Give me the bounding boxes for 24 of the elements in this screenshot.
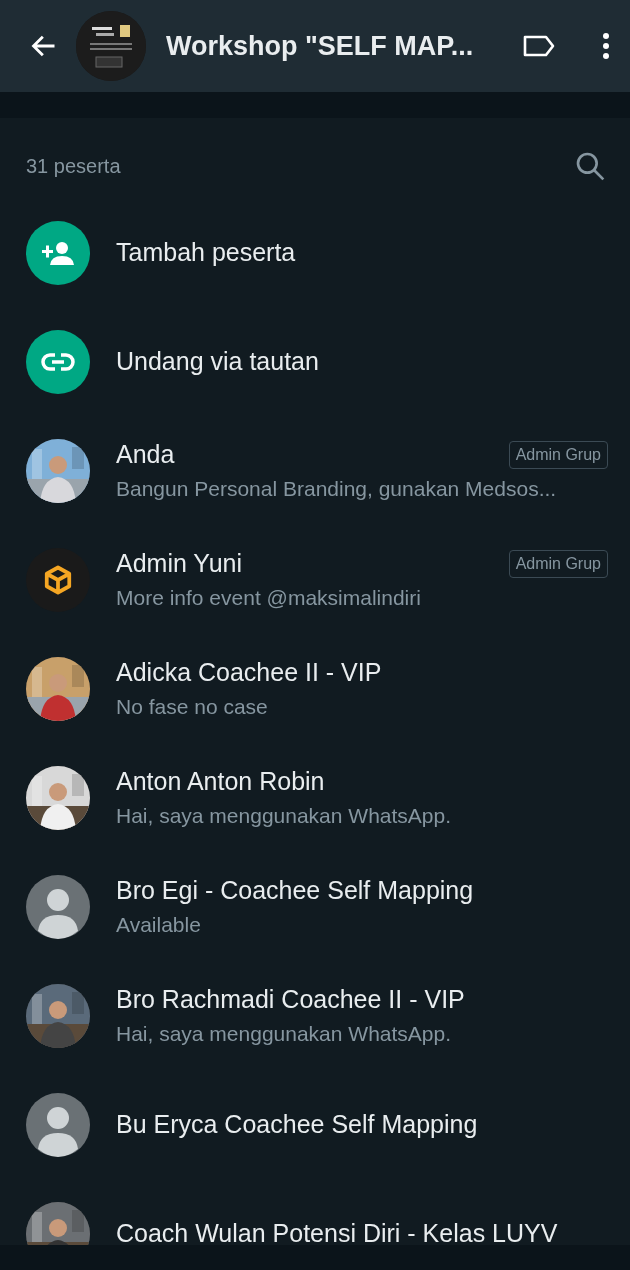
action-label[interactable]: Undang via tautan bbox=[116, 347, 319, 376]
action-label[interactable]: Tambah peserta bbox=[116, 238, 296, 267]
member-status: Available bbox=[116, 913, 202, 937]
member-name[interactable]: Admin Yuni bbox=[116, 549, 242, 578]
member-name[interactable]: Bro Rachmadi Coachee II - VIP bbox=[116, 985, 465, 1014]
group-title[interactable]: Workshop "SELF MAP... bbox=[166, 30, 504, 62]
member-status: No fase no case bbox=[116, 695, 269, 719]
member-status: Hai, saya menggunakan WhatsApp. bbox=[116, 804, 453, 828]
member-name[interactable]: Anton Anton Robin bbox=[116, 767, 325, 796]
add-person-icon bbox=[41, 240, 75, 265]
admin-badge: Admin Grup bbox=[508, 549, 608, 578]
participant-count: 31 peserta bbox=[26, 154, 121, 178]
member-name[interactable]: Bro Egi - Coachee Self Mapping bbox=[116, 876, 474, 905]
member-name[interactable]: Adicka Coachee II - VIP bbox=[116, 658, 382, 687]
member-status: Hai, saya menggunakan WhatsApp. bbox=[116, 1022, 453, 1046]
cube-icon bbox=[43, 564, 73, 595]
more-options-icon[interactable] bbox=[602, 32, 610, 60]
member-status: More info event @maksimalindiri bbox=[116, 586, 422, 610]
link-icon bbox=[41, 351, 75, 372]
member-status: Bangun Personal Branding, gunakan Medsos... bbox=[116, 477, 558, 501]
member-name[interactable]: Anda bbox=[116, 440, 175, 469]
admin-badge: Admin Grup bbox=[508, 440, 608, 469]
member-name[interactable]: Bu Eryca Coachee Self Mapping bbox=[116, 1110, 478, 1139]
member-name[interactable]: Coach Wulan Potensi Diri - Kelas LUYV bbox=[116, 1219, 558, 1245]
